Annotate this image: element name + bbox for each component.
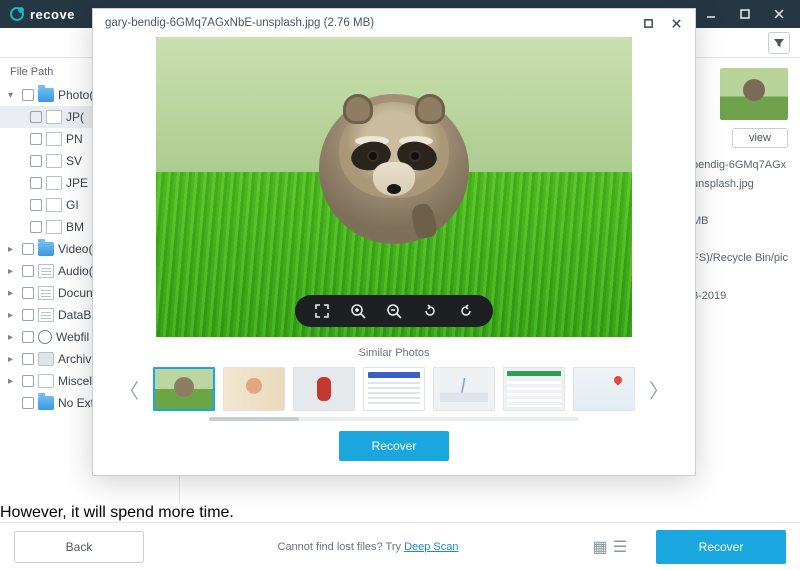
zoom-in-button[interactable] xyxy=(349,302,367,320)
preview-button[interactable]: view xyxy=(732,128,788,148)
filter-button[interactable] xyxy=(768,32,790,54)
similar-photos-title: Similar Photos xyxy=(115,347,673,359)
app-brand: recove xyxy=(30,7,75,22)
funnel-icon xyxy=(773,37,785,49)
image-toolbar xyxy=(295,295,493,327)
zoom-out-button[interactable] xyxy=(385,302,403,320)
modal-recover-button[interactable]: Recover xyxy=(339,431,449,461)
preview-modal: gary-bendig-6GMq7AGxNbE-unsplash.jpg (2.… xyxy=(92,8,696,476)
modal-title: gary-bendig-6GMq7AGxNbE-unsplash.jpg (2.… xyxy=(105,17,374,29)
thumbs-next-button[interactable]: 〉 xyxy=(645,375,673,404)
folder-icon xyxy=(38,242,54,256)
audio-icon xyxy=(38,264,54,278)
thumb-1[interactable] xyxy=(153,367,215,411)
rotate-right-button[interactable] xyxy=(457,302,475,320)
main-close-button[interactable] xyxy=(764,4,794,24)
main-maximize-button[interactable] xyxy=(730,4,760,24)
raccoon-image xyxy=(319,94,469,244)
file-icon xyxy=(46,110,62,124)
file-icon xyxy=(46,154,62,168)
footer: Back Cannot find lost files? Try Deep Sc… xyxy=(0,522,800,570)
main-minimize-button[interactable] xyxy=(696,4,726,24)
file-icon xyxy=(46,132,62,146)
file-icon xyxy=(46,198,62,212)
thumb-4[interactable] xyxy=(363,367,425,411)
preview-thumbnail xyxy=(720,68,788,120)
file-metadata: bendig-6GMq7AGx unsplash.jpg MB FS)/Recy… xyxy=(692,156,788,306)
thumbs-prev-button[interactable]: 〈 xyxy=(115,375,143,404)
view-list-button[interactable]: ☰ xyxy=(612,539,628,555)
recover-button[interactable]: Recover xyxy=(656,530,786,564)
modal-titlebar: gary-bendig-6GMq7AGxNbE-unsplash.jpg (2.… xyxy=(93,9,695,37)
modal-maximize-button[interactable] xyxy=(635,12,661,34)
file-icon xyxy=(46,220,62,234)
similar-thumbnails xyxy=(153,367,635,411)
thumb-7[interactable] xyxy=(573,367,635,411)
deep-scan-hint: Cannot find lost files? Try Deep Scan xyxy=(160,541,576,553)
back-button[interactable]: Back xyxy=(14,531,144,563)
globe-icon xyxy=(38,330,52,344)
scan-hint-tooltip: However, it will spend more time. xyxy=(0,504,800,522)
misc-icon xyxy=(38,374,54,388)
folder-icon xyxy=(38,396,54,410)
thumb-6[interactable] xyxy=(503,367,565,411)
view-toggle: ▦ ☰ xyxy=(592,539,628,555)
file-icon xyxy=(46,176,62,190)
folder-icon xyxy=(38,88,54,102)
rotate-left-button[interactable] xyxy=(421,302,439,320)
modal-close-button[interactable] xyxy=(663,12,689,34)
archive-icon xyxy=(38,352,54,366)
thumb-5[interactable] xyxy=(433,367,495,411)
deep-scan-link[interactable]: Deep Scan xyxy=(404,541,458,553)
similar-photos-section: Similar Photos 〈 〉 xyxy=(93,337,695,421)
thumb-2[interactable] xyxy=(223,367,285,411)
fit-screen-button[interactable] xyxy=(313,302,331,320)
document-icon xyxy=(38,286,54,300)
thumb-3[interactable] xyxy=(293,367,355,411)
view-grid-button[interactable]: ▦ xyxy=(592,539,608,555)
thumbs-scrollbar[interactable] xyxy=(209,417,579,421)
app-logo-icon xyxy=(10,7,24,21)
image-preview xyxy=(156,37,632,337)
database-icon xyxy=(38,308,54,322)
